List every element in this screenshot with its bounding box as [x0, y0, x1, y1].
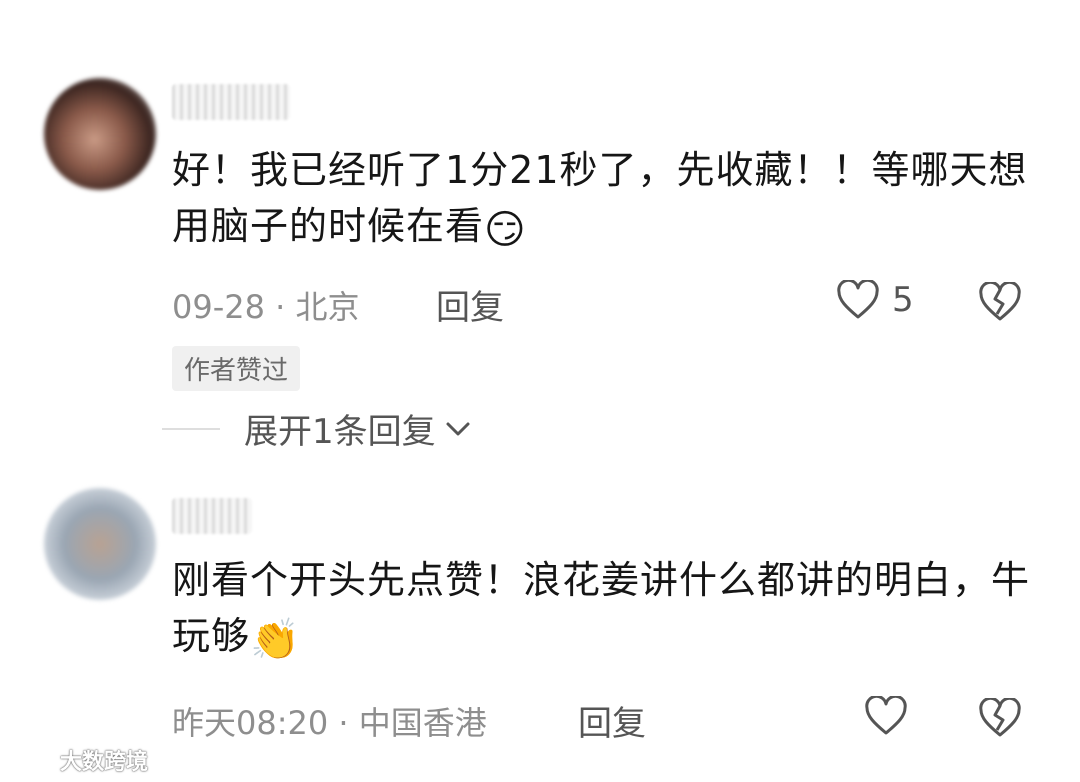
heart-outline-icon — [865, 696, 907, 735]
avatar[interactable] — [44, 78, 156, 190]
comment-meta: 昨天08:20 · 中国香港 — [172, 704, 487, 742]
emoji-icon: 😏 — [484, 207, 527, 253]
comment-meta: 09-28 · 北京 — [172, 288, 360, 326]
comment-text: 刚看个开头先点赞！浪花姜讲什么都讲的明白，牛 玩够👏 — [172, 552, 1032, 668]
heart-outline-icon — [837, 280, 879, 319]
expand-replies-button[interactable]: 展开1条回复 — [162, 404, 472, 453]
watermark-text: 大数跨境 — [60, 750, 149, 775]
divider-line — [162, 427, 220, 430]
emoji-icon: 👏 — [250, 617, 301, 663]
comment-text: 好！我已经听了1分21秒了，先收藏！！等哪天想用脑子的时候在看😏 — [172, 142, 1032, 258]
broken-heart-icon — [979, 696, 1021, 737]
comment-body: 好！我已经听了1分21秒了，先收藏！！等哪天想用脑子的时候在看 — [172, 148, 1028, 248]
reply-button[interactable]: 回复 — [578, 696, 646, 745]
username-blurred[interactable] — [172, 498, 252, 534]
author-liked-badge: 作者赞过 — [172, 346, 301, 391]
like-count: 5 — [892, 280, 914, 320]
watermark: 大数跨境 — [16, 744, 148, 776]
like-button[interactable]: 5 — [836, 280, 914, 320]
broken-heart-icon — [979, 280, 1021, 321]
like-button[interactable] — [864, 696, 908, 736]
dislike-button[interactable] — [978, 280, 1022, 326]
avatar[interactable] — [44, 488, 156, 600]
expand-replies-label: 展开1条回复 — [244, 412, 436, 452]
chevron-down-icon — [446, 422, 470, 435]
reply-button[interactable]: 回复 — [436, 280, 504, 329]
username-blurred[interactable] — [172, 84, 290, 120]
watermark-logo-icon — [18, 750, 52, 770]
dislike-button[interactable] — [978, 696, 1022, 742]
